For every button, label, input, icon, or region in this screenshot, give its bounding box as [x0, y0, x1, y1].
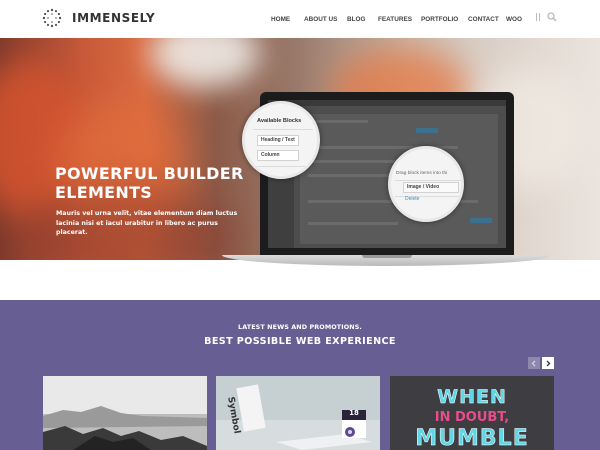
- news-card-poster[interactable]: WHEN IN DOUBT, MUMBLE: [390, 376, 554, 450]
- screen-button: [470, 218, 492, 223]
- available-blocks-title: Available Blocks: [257, 118, 302, 124]
- calendar-day: 18: [349, 409, 359, 417]
- poster-line-mumble: MUMBLE: [415, 426, 529, 450]
- sunburst-logo-icon: [42, 8, 62, 28]
- magnifier-drop-area: Drag block items into thi Image / Video …: [388, 146, 464, 222]
- laptop-hinge: [362, 255, 412, 258]
- block-heading-text[interactable]: Heading / Text: [257, 135, 299, 146]
- blur-shape: [150, 38, 260, 88]
- news-card-desk[interactable]: Symbol 18: [216, 376, 380, 450]
- magnifier-available-blocks: Available Blocks Heading / Text Column: [242, 101, 320, 179]
- nav-blog[interactable]: BLOG: [347, 16, 365, 23]
- brand-name: IMMENSELY: [72, 11, 156, 25]
- block-column[interactable]: Column: [257, 150, 299, 161]
- logo[interactable]: IMMENSELY: [42, 8, 155, 28]
- carousel-next-button[interactable]: [542, 357, 554, 369]
- nav-features[interactable]: FEATURES: [378, 16, 412, 23]
- section-title: BEST POSSIBLE WEB EXPERIENCE: [204, 336, 396, 347]
- poster-line-in-doubt: IN DOUBT,: [434, 410, 510, 425]
- nav-woo[interactable]: WOO: [506, 16, 522, 23]
- chevron-left-icon: [531, 360, 536, 366]
- poster-line-when: WHEN: [437, 386, 507, 409]
- news-card-photo-coast[interactable]: [43, 376, 207, 450]
- divider: [395, 180, 461, 181]
- nav-portfolio[interactable]: PORTFOLIO: [421, 16, 458, 23]
- screen-button: [416, 128, 438, 133]
- nav-contact[interactable]: CONTACT: [468, 16, 499, 23]
- hero-text: Mauris vel urna velit, vitae elementum d…: [56, 210, 238, 236]
- screen-line: [308, 222, 398, 225]
- site-header: IMMENSELY HOME ABOUT US BLOG FEATURES PO…: [0, 0, 600, 38]
- divider: [253, 166, 313, 167]
- coast-photo: [43, 376, 207, 450]
- divider: [253, 129, 313, 130]
- chevron-right-icon: [546, 360, 551, 366]
- screen-line: [308, 120, 368, 123]
- screen-admin-bar: [268, 100, 506, 106]
- delete-link[interactable]: Delete: [405, 196, 419, 202]
- search-icon[interactable]: [547, 12, 557, 22]
- header-icons: [535, 12, 557, 22]
- carousel-prev-button[interactable]: [528, 357, 540, 369]
- news-section: LATEST NEWS AND PROMOTIONS. BEST POSSIBL…: [0, 300, 600, 450]
- nav-about-us[interactable]: ABOUT US: [304, 16, 337, 23]
- section-kicker: LATEST NEWS AND PROMOTIONS.: [238, 323, 362, 331]
- menu-lines-icon[interactable]: [535, 12, 541, 22]
- drag-hint: Drag block items into thi: [396, 171, 448, 176]
- nav-home[interactable]: HOME: [271, 16, 290, 23]
- block-image-video[interactable]: Image / Video: [403, 182, 459, 193]
